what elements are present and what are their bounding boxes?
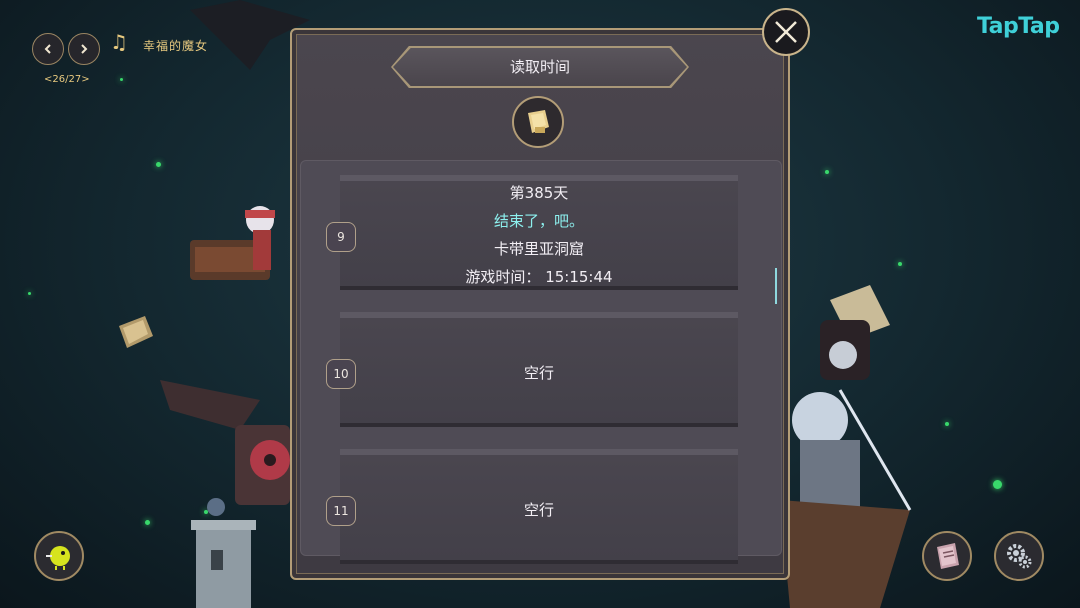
slot-empty-status: 空行 [523,364,554,382]
gear-icon [1007,544,1032,569]
chevron-right-icon [81,44,88,54]
close-button[interactable] [762,8,810,56]
scroll-icon [528,110,549,133]
firefly-dot [825,170,829,174]
firefly-dot [993,480,1002,489]
slot-playtime: 游戏时间： 15:15:44 [465,268,613,286]
tower-scenery [191,498,256,608]
book-button[interactable] [922,531,972,581]
slot-empty-status: 空行 [523,501,554,519]
chevron-left-icon [44,44,51,54]
slot-day: 第385天 [509,184,569,202]
firefly-dot [28,292,31,295]
firefly-dot [156,162,161,167]
taptap-logo: TapTap [977,14,1060,39]
music-note-icon: ♫ [110,30,128,54]
next-track-button[interactable] [68,33,100,65]
floating-bed-scenery [190,206,275,280]
slot-chapter: 结束了，吧。 [493,212,584,230]
firefly-dot [945,422,949,426]
bird-character-icon [46,546,70,570]
firefly-dot [120,78,123,81]
settings-button[interactable] [994,531,1044,581]
close-icon [775,21,797,43]
floating-book-scenery [119,316,153,348]
character-button[interactable] [34,531,84,581]
scrollbar-thumb[interactable] [775,268,777,304]
dialog-title: 读取时间 [509,58,570,76]
previous-track-button[interactable] [32,33,64,65]
knight-character-scenery [780,285,912,608]
scroll-emblem [512,96,564,148]
slot-location: 卡带里亚洞窟 [493,240,584,258]
book-icon [937,543,959,569]
song-title: 幸福的魔女 [143,39,209,53]
firefly-dot [145,520,150,525]
firefly-dot [898,262,902,266]
track-counter: <26/27> [44,74,90,85]
